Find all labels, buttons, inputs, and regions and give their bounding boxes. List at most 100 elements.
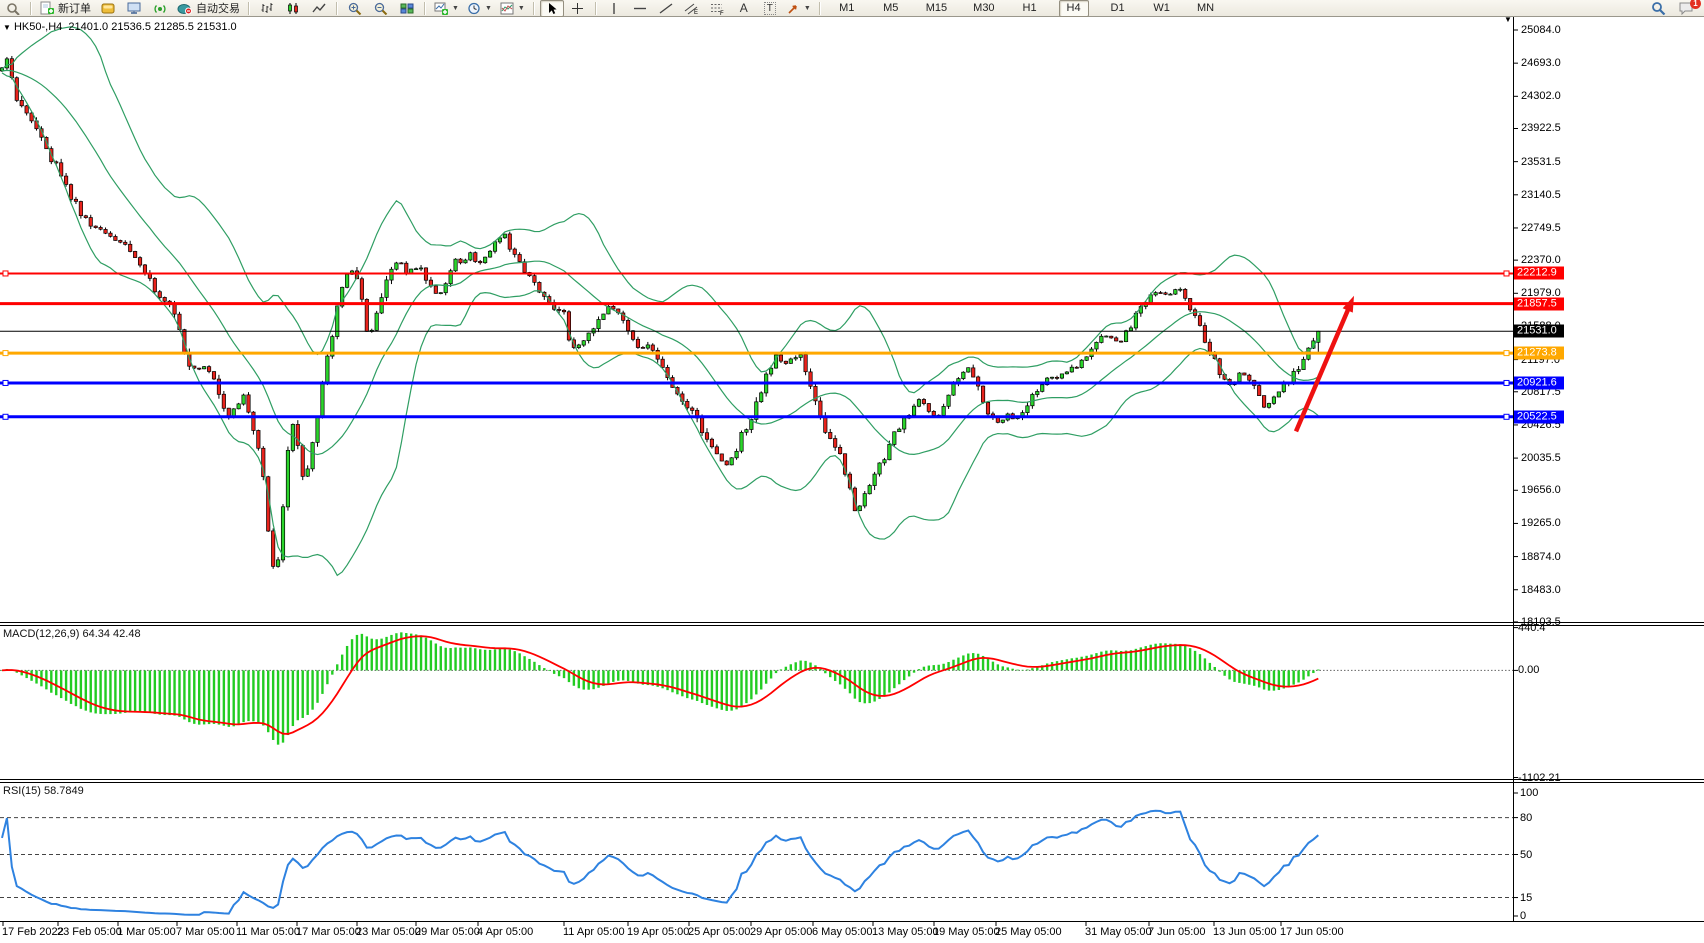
horizontal-line-20921.6[interactable] xyxy=(0,380,1513,385)
horizontal-line-21273.8[interactable] xyxy=(0,351,1513,356)
candle xyxy=(276,560,279,567)
toolbar-separator xyxy=(595,2,597,15)
zoom-out-button[interactable] xyxy=(369,0,393,17)
timeframe-button-m15[interactable]: M15 xyxy=(920,0,953,17)
arrows-tool-button[interactable]: ▼ xyxy=(784,0,814,17)
candle xyxy=(222,394,225,408)
candle xyxy=(1277,392,1280,397)
candle xyxy=(691,408,694,410)
line-handle[interactable] xyxy=(1504,351,1509,356)
candle xyxy=(1001,420,1004,422)
timeframe-button-mn[interactable]: MN xyxy=(1191,0,1221,17)
timeframe-button-d1[interactable]: D1 xyxy=(1103,0,1133,17)
cursor-tool-button[interactable] xyxy=(540,0,564,17)
periods-button[interactable]: ▼ xyxy=(464,0,495,17)
search-icon xyxy=(1651,1,1666,15)
chart-canvas[interactable] xyxy=(0,0,1704,943)
candle xyxy=(912,406,915,415)
candle xyxy=(1050,377,1053,378)
candle xyxy=(503,234,506,238)
market-watch-button[interactable] xyxy=(96,0,120,17)
chat-button[interactable]: 1 xyxy=(1674,0,1698,17)
candle xyxy=(217,379,220,394)
horizontal-line-tool-button[interactable] xyxy=(628,0,652,17)
candle xyxy=(483,257,486,263)
timeframe-button-h4[interactable]: H4 xyxy=(1059,0,1089,17)
candle xyxy=(1100,336,1103,342)
candle xyxy=(824,416,827,432)
new-chart-button[interactable]: ▼ xyxy=(431,0,462,17)
strategy-tester-button[interactable] xyxy=(148,0,172,17)
templates-button[interactable]: ▼ xyxy=(497,0,528,17)
candle xyxy=(513,249,516,254)
tile-windows-button[interactable] xyxy=(395,0,419,17)
timeframe-button-w1[interactable]: W1 xyxy=(1147,0,1177,17)
candle xyxy=(557,309,560,310)
text-tool-button[interactable]: A xyxy=(732,0,756,17)
candle xyxy=(296,424,299,445)
equidistant-channel-icon: E xyxy=(684,2,699,15)
timeframe-button-h1[interactable]: H1 xyxy=(1015,0,1045,17)
candle xyxy=(1129,328,1132,331)
time-axis[interactable] xyxy=(0,904,1704,926)
fibonacci-icon: F xyxy=(710,2,725,15)
candle xyxy=(1169,294,1172,295)
horizontal-line-22212.9[interactable] xyxy=(0,271,1513,276)
line-chart-type-button[interactable] xyxy=(307,0,331,17)
autotrading-button[interactable]: 自动交易 xyxy=(174,0,243,17)
candle xyxy=(1184,289,1187,298)
candle xyxy=(405,263,408,273)
timeframe-button-m1[interactable]: M1 xyxy=(832,0,862,17)
line-handle[interactable] xyxy=(1504,271,1509,276)
trendline-tool-button[interactable] xyxy=(654,0,678,17)
candle xyxy=(917,400,920,407)
candle xyxy=(212,372,215,379)
candle xyxy=(686,401,689,408)
tile-windows-icon xyxy=(400,2,414,15)
channel-tool-button[interactable]: E xyxy=(680,0,704,17)
candle xyxy=(375,313,378,330)
price-axis[interactable] xyxy=(0,0,190,904)
toolbar-separator xyxy=(533,2,535,15)
candle xyxy=(1060,374,1063,378)
candle xyxy=(1154,293,1157,295)
line-handle[interactable] xyxy=(1504,414,1509,419)
candle xyxy=(799,355,802,358)
data-window-button[interactable] xyxy=(1,0,25,17)
candle xyxy=(508,234,511,249)
candle xyxy=(488,251,491,257)
candle xyxy=(1164,293,1167,294)
text-label-tool-button[interactable]: T xyxy=(758,0,782,17)
candle xyxy=(479,261,482,262)
candle xyxy=(626,320,629,330)
fibonacci-tool-button[interactable]: F xyxy=(706,0,730,17)
timeframe-button-m30[interactable]: M30 xyxy=(967,0,1000,17)
signal-icon xyxy=(153,2,168,15)
crosshair-tool-button[interactable] xyxy=(566,0,590,17)
candle xyxy=(360,279,363,299)
autotrading-label: 自动交易 xyxy=(196,0,240,16)
candlestick-type-button[interactable] xyxy=(281,0,305,17)
new-order-button[interactable]: 新订单 xyxy=(37,0,94,17)
line-chart-icon xyxy=(312,2,326,15)
candle xyxy=(252,412,255,430)
candle xyxy=(952,384,955,395)
candle xyxy=(281,507,284,560)
terminal-button[interactable] xyxy=(122,0,146,17)
search-button[interactable] xyxy=(1646,0,1670,17)
timeframe-button-m5[interactable]: M5 xyxy=(876,0,906,17)
candle xyxy=(474,253,477,262)
candle xyxy=(395,263,398,269)
vertical-line-tool-button[interactable] xyxy=(602,0,626,17)
bar-chart-type-button[interactable] xyxy=(255,0,279,17)
candle xyxy=(740,432,743,451)
candle xyxy=(863,494,866,506)
zoom-in-button[interactable] xyxy=(343,0,367,17)
candle xyxy=(779,355,782,361)
candle xyxy=(888,444,891,459)
line-handle[interactable] xyxy=(1504,380,1509,385)
candle xyxy=(1080,360,1083,367)
candlestick-series xyxy=(0,56,1320,569)
candle xyxy=(380,298,383,313)
candle xyxy=(1282,383,1285,391)
